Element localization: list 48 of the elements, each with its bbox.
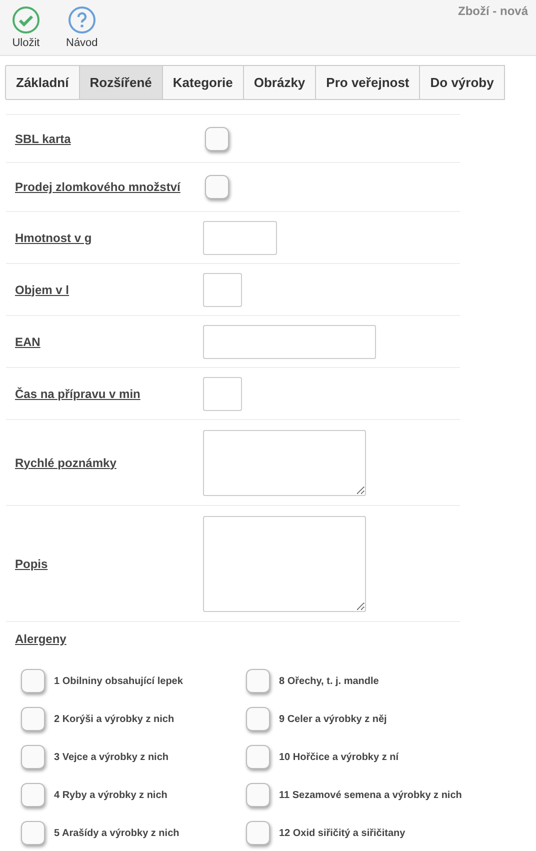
tab[interactable]: Kategorie: [162, 65, 244, 100]
page-title: Zboží - nová: [458, 4, 528, 18]
field-label: EAN: [14, 334, 42, 348]
checkbox[interactable]: [21, 783, 45, 807]
checkbox-label: 12 Oxid siřičitý a siřičitany: [279, 828, 406, 838]
checkbox[interactable]: [246, 707, 270, 731]
input-field[interactable]: [203, 272, 242, 306]
field-label: Popis: [14, 556, 49, 570]
field-label: Hmotnost v g: [14, 230, 93, 244]
checkbox[interactable]: [246, 783, 270, 807]
checkbox-label: 3 Vejce a výrobky z nich: [54, 752, 169, 762]
checkbox[interactable]: [21, 745, 45, 769]
tab[interactable]: Rozšířené: [78, 65, 163, 100]
checkbox[interactable]: [205, 126, 229, 150]
tab[interactable]: Základní: [5, 65, 80, 100]
checkbox[interactable]: [246, 821, 270, 845]
field-label: SBL karta: [14, 132, 72, 146]
checkbox-label: 10 Hořčice a výrobky z ní: [279, 752, 399, 762]
text-area[interactable]: [203, 430, 366, 496]
field-label: Prodej zlomkového množství: [14, 180, 182, 194]
checkbox-label: 8 Ořechy, t. j. mandle: [279, 676, 379, 686]
checkbox-label: 11 Sezamové semena a výrobky z nich: [279, 790, 462, 800]
checkbox[interactable]: [21, 821, 45, 845]
input-field[interactable]: [203, 220, 277, 254]
field-label: Čas na přípravu v min: [14, 386, 142, 400]
checkmark-icon: [12, 6, 40, 34]
checkbox[interactable]: [205, 175, 229, 199]
toolbar-button[interactable]: Uložit: [8, 0, 44, 49]
checkbox[interactable]: [21, 669, 45, 693]
input-field[interactable]: [203, 376, 242, 410]
input-field[interactable]: [203, 324, 376, 358]
tab[interactable]: Obrázky: [242, 65, 316, 100]
text-area[interactable]: [203, 516, 366, 612]
tab[interactable]: Do výroby: [419, 65, 505, 100]
field-label: Rychlé poznámky: [14, 456, 118, 470]
tab[interactable]: Pro veřejnost: [315, 65, 420, 100]
section-label: Alergeny: [15, 632, 66, 646]
toolbar-button[interactable]: Návod: [62, 0, 102, 49]
checkbox-label: 2 Korýši a výrobky z nich: [54, 714, 174, 724]
checkbox[interactable]: [21, 707, 45, 731]
checkbox-label: 5 Arašídy a výrobky z nich: [54, 828, 180, 838]
checkbox-label: 9 Celer a výrobky z něj: [279, 714, 387, 724]
checkbox-label: 4 Ryby a výrobky z nich: [54, 790, 168, 800]
checkbox[interactable]: [246, 669, 270, 693]
field-label: Objem v l: [14, 282, 70, 296]
help-icon: [68, 6, 96, 34]
checkbox-label: 1 Obilniny obsahující lepek: [54, 676, 183, 686]
checkbox[interactable]: [246, 745, 270, 769]
